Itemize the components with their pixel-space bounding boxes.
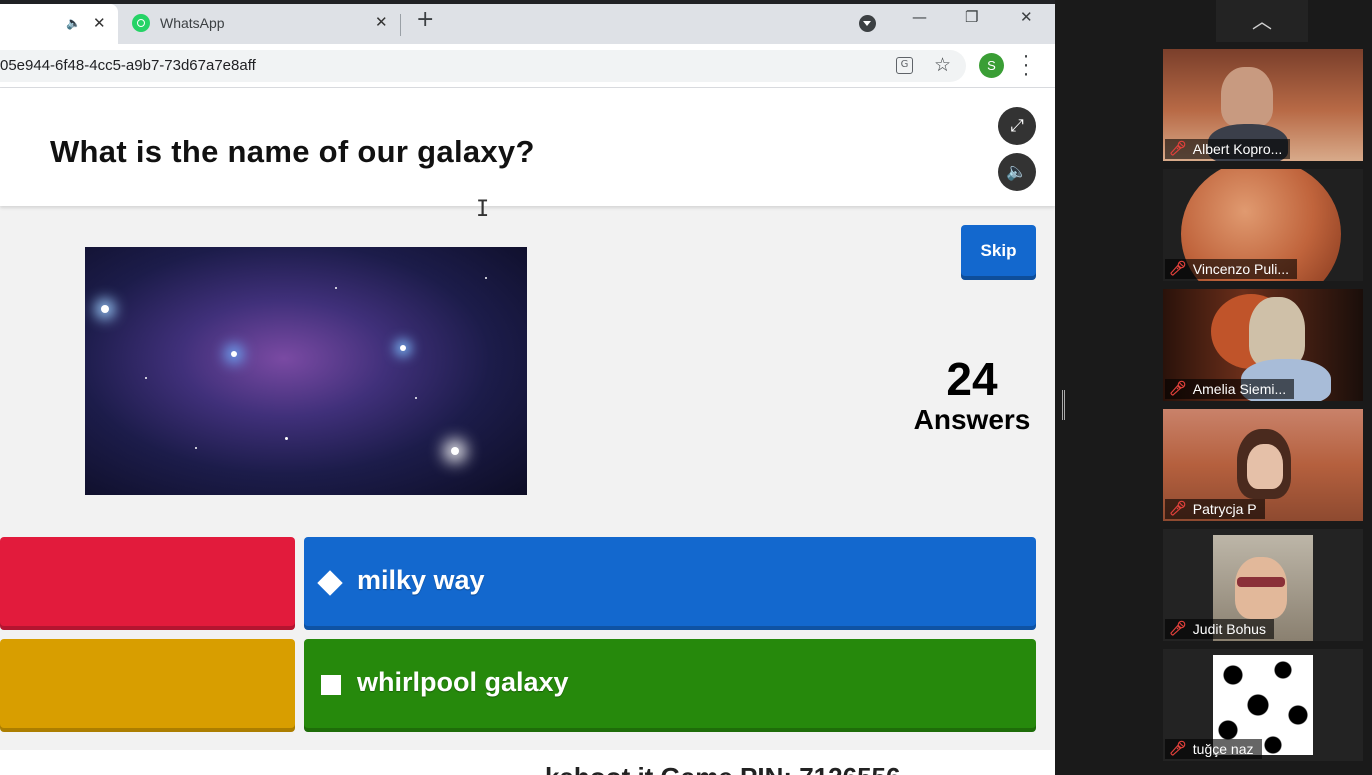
answer-yellow-circle[interactable] [0, 639, 295, 732]
speaker-icon[interactable]: 🔈 [66, 16, 81, 30]
profile-avatar[interactable]: S [979, 53, 1004, 78]
skip-button[interactable]: Skip [961, 225, 1036, 280]
tab-search-icon[interactable] [859, 15, 876, 32]
close-window-button[interactable]: ✕ [1020, 8, 1033, 26]
muted-mic-icon: 🎤︎ [1169, 741, 1187, 757]
participant-name: Vincenzo Puli... [1192, 261, 1290, 277]
close-tab-icon[interactable]: ✕ [375, 13, 388, 31]
new-tab-button[interactable]: + [416, 7, 434, 32]
participant-name: Judit Bohus [1192, 621, 1266, 637]
muted-mic-icon: 🎤︎ [1169, 501, 1187, 517]
participant-tile[interactable]: 🎤︎ Albert Kopro... [1163, 49, 1363, 161]
answer-green-square[interactable]: whirlpool galaxy [304, 639, 1036, 732]
muted-mic-icon: 🎤︎ [1169, 141, 1187, 157]
minimize-button[interactable]: — [912, 8, 927, 26]
question-header: What is the name of our galaxy? ⤢ 🔈 [0, 88, 1055, 206]
participant-tile[interactable]: 🎤︎ Amelia Siemi... [1163, 289, 1363, 401]
answer-blue-diamond[interactable]: milky way [304, 537, 1036, 630]
text-cursor-icon: I [476, 197, 490, 222]
tab-whatsapp[interactable]: WhatsApp ✕ [122, 4, 398, 44]
address-bar[interactable]: 05e944-6f48-4cc5-a9b7-73d67a7e8aff G ☆ [0, 50, 966, 82]
participant-tile[interactable]: 🎤︎ Vincenzo Puli... [1163, 169, 1363, 281]
url-text: 05e944-6f48-4cc5-a9b7-73d67a7e8aff [0, 57, 256, 74]
participant-tile[interactable]: 🎤︎ tuğçe naz [1163, 649, 1363, 761]
game-pin-footer: kahoot.it Game PIN: 7126556 [0, 750, 1055, 775]
close-tab-icon[interactable]: ✕ [93, 14, 106, 32]
question-title: What is the name of our galaxy? [50, 134, 535, 169]
diamond-icon [317, 570, 343, 596]
scroll-up-button[interactable]: ︿ [1216, 0, 1308, 42]
game-pin-text: kahoot.it Game PIN: 7126556 [545, 762, 900, 775]
participant-name: Albert Kopro... [1192, 141, 1283, 157]
muted-mic-icon: 🎤︎ [1169, 381, 1187, 397]
square-icon [321, 675, 341, 695]
participant-tile[interactable]: 🎤︎ Judit Bohus [1163, 529, 1363, 641]
whatsapp-icon [132, 14, 150, 32]
muted-mic-icon: 🎤︎ [1169, 621, 1187, 637]
participant-name: Amelia Siemi... [1192, 381, 1287, 397]
participant-name: Patrycja P [1192, 501, 1257, 517]
participant-tile[interactable]: 🎤︎ Patrycja P [1163, 409, 1363, 521]
menu-kebab-icon[interactable]: · · · [1023, 48, 1029, 85]
sound-icon[interactable]: 🔈 [998, 153, 1036, 191]
tab-kahoot[interactable]: 🔈 ✕ [0, 4, 118, 44]
answer-text: milky way [357, 565, 485, 595]
translate-icon[interactable]: G [896, 57, 913, 74]
bookmark-star-icon[interactable]: ☆ [934, 54, 951, 76]
answer-count-label: Answers [913, 404, 1031, 435]
answer-text: whirlpool galaxy [357, 667, 569, 697]
answer-red-triangle[interactable] [0, 537, 295, 630]
muted-mic-icon: 🎤︎ [1169, 261, 1187, 277]
browser-toolbar: 05e944-6f48-4cc5-a9b7-73d67a7e8aff G ☆ S… [0, 44, 1055, 88]
panel-resize-handle[interactable] [1062, 390, 1065, 420]
tab-title: WhatsApp [160, 15, 225, 31]
answer-count: 24 [946, 353, 998, 405]
browser-window: 🔈 ✕ WhatsApp ✕ + — ❐ ✕ 05e944-6f48-4cc5-… [0, 0, 1055, 775]
galaxy-image [85, 247, 527, 495]
tab-strip: 🔈 ✕ WhatsApp ✕ + — ❐ ✕ [0, 0, 1055, 44]
restore-button[interactable]: ❐ [965, 8, 978, 26]
participant-name: tuğçe naz [1192, 741, 1254, 757]
fullscreen-icon[interactable]: ⤢ [998, 107, 1036, 145]
tab-separator [400, 14, 401, 36]
